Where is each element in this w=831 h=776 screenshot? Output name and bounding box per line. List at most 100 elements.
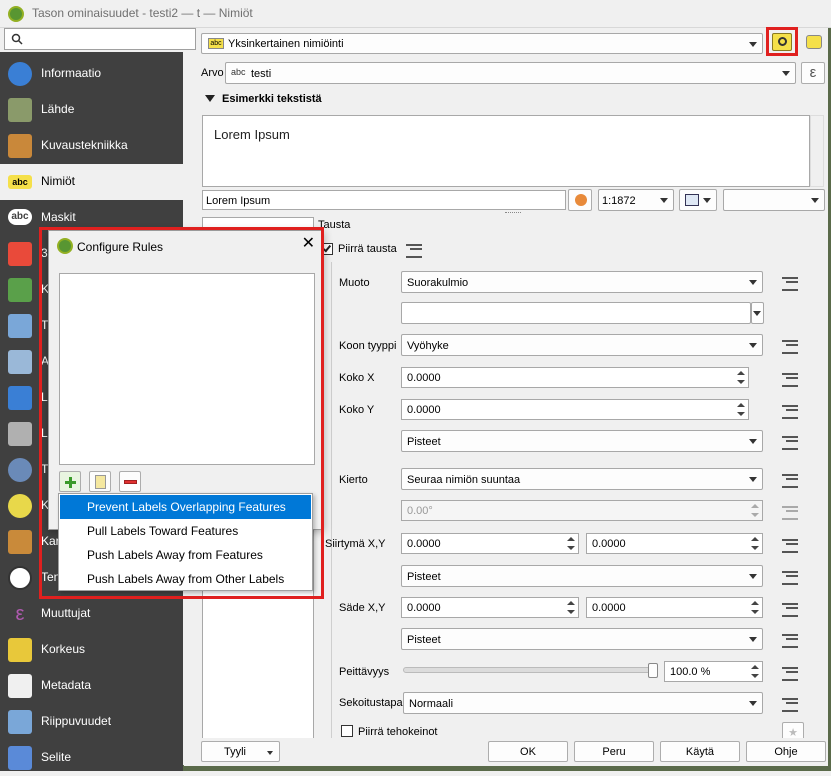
ok-button[interactable]: OK: [488, 741, 568, 762]
sidebar-item-lahde[interactable]: Lähde: [0, 92, 183, 128]
size-type-override-icon[interactable]: [780, 336, 804, 354]
chevron-down-icon: [703, 198, 711, 203]
label-rules-button[interactable]: [772, 33, 792, 51]
sidebar-item-muuttujat[interactable]: ε Muuttujat: [0, 596, 183, 632]
chevron-down-icon: [753, 311, 761, 316]
radius-unit-override-icon[interactable]: [780, 630, 804, 648]
svg-path-input[interactable]: [401, 302, 751, 324]
sidebar-item-korkeus[interactable]: Korkeus: [0, 632, 183, 668]
cancel-button[interactable]: Peru: [574, 741, 654, 762]
spin-down-icon[interactable]: [567, 610, 575, 614]
spin-down-icon[interactable]: [567, 546, 575, 550]
draw-background-label: Piirrä tausta: [338, 243, 397, 255]
spin-up-icon[interactable]: [737, 371, 745, 375]
menu-item-push-away-labels[interactable]: Push Labels Away from Other Labels: [60, 567, 311, 591]
value-field-combo[interactable]: abc testi: [225, 62, 796, 84]
draw-effects-checkbox[interactable]: [341, 725, 353, 737]
rotation-type-override-icon[interactable]: [780, 470, 804, 488]
radius-override-icon[interactable]: [780, 599, 804, 617]
spin-down-icon[interactable]: [751, 674, 759, 678]
variables-icon: ε: [15, 603, 25, 625]
opacity-slider-handle[interactable]: [648, 663, 658, 678]
data-defined-override-icon[interactable]: [404, 240, 428, 258]
radius-y-spinbox[interactable]: 0.0000: [586, 597, 763, 618]
metadata-icon: [8, 674, 32, 698]
offset-x-spinbox[interactable]: 0.0000: [401, 533, 579, 554]
sidebar-item-metadata[interactable]: Metadata: [0, 668, 183, 704]
size-x-spinbox[interactable]: 0.0000: [401, 367, 749, 388]
style-menu-button[interactable]: Tyyli: [201, 741, 280, 762]
reset-preview-button[interactable]: [568, 189, 592, 211]
size-y-spinbox[interactable]: 0.0000: [401, 399, 749, 420]
radius-unit-combo[interactable]: Pisteet: [401, 628, 763, 650]
spin-up-icon[interactable]: [737, 403, 745, 407]
offset-unit-override-icon[interactable]: [780, 567, 804, 585]
spin-down-icon[interactable]: [737, 412, 745, 416]
preview-text-input[interactable]: Lorem Ipsum: [202, 190, 566, 210]
menu-item-prevent-overlap[interactable]: Prevent Labels Overlapping Features: [60, 495, 311, 519]
shape-override-icon[interactable]: [780, 273, 804, 291]
size-unit-combo[interactable]: Pisteet: [401, 430, 763, 452]
blend-mode-combo[interactable]: Normaali: [403, 692, 763, 714]
size-y-value: 0.0000: [407, 404, 441, 416]
chevron-down-icon: [782, 71, 790, 76]
spin-up-icon[interactable]: [751, 601, 759, 605]
size-unit-override-icon[interactable]: [780, 432, 804, 450]
offset-y-spinbox[interactable]: 0.0000: [586, 533, 763, 554]
shape-combo[interactable]: Suorakulmio: [401, 271, 763, 293]
spin-up-icon[interactable]: [751, 504, 759, 508]
rotation-type-combo[interactable]: Seuraa nimiön suuntaa: [401, 468, 763, 490]
rotation-angle-spinbox[interactable]: 0.00°: [401, 500, 763, 521]
search-input[interactable]: [4, 28, 196, 50]
labeling-mode-combo[interactable]: abc Yksinkertainen nimiöinti: [201, 33, 763, 54]
opacity-spinbox[interactable]: 100.0 %: [664, 661, 763, 682]
automated-placement-button[interactable]: [804, 33, 824, 51]
radius-x-value: 0.0000: [407, 602, 441, 614]
menu-item-pull-toward[interactable]: Pull Labels Toward Features: [60, 519, 311, 543]
info-icon: [8, 62, 32, 86]
radius-x-spinbox[interactable]: 0.0000: [401, 597, 579, 618]
menu-item-push-away-features[interactable]: Push Labels Away from Features: [60, 543, 311, 567]
sidebar-item-informaatio[interactable]: Informaatio: [0, 56, 183, 92]
spin-down-icon[interactable]: [751, 513, 759, 517]
help-button[interactable]: Ohje: [746, 741, 826, 762]
opacity-slider-track[interactable]: [403, 667, 655, 673]
size-y-override-icon[interactable]: [780, 401, 804, 419]
offset-unit-combo[interactable]: Pisteet: [401, 565, 763, 587]
preview-scrollbar[interactable]: [810, 115, 824, 187]
chevron-down-icon: [749, 280, 757, 285]
spin-up-icon[interactable]: [567, 601, 575, 605]
opacity-override-icon[interactable]: [780, 663, 804, 681]
scale-combo[interactable]: 1:1872: [598, 189, 674, 211]
spin-down-icon[interactable]: [737, 380, 745, 384]
offset-y-value: 0.0000: [592, 538, 626, 550]
spin-up-icon[interactable]: [751, 665, 759, 669]
size-x-override-icon[interactable]: [780, 369, 804, 387]
qgis-logo-icon: [8, 6, 24, 22]
sidebar-item-kuvaustekniikka[interactable]: Kuvaustekniikka: [0, 128, 183, 164]
collapse-arrow-icon[interactable]: [205, 95, 215, 102]
scale-from-map-button[interactable]: [679, 189, 717, 211]
rendering-icon: [8, 530, 32, 554]
elevation-icon: [8, 638, 32, 662]
size-type-combo[interactable]: Vyöhyke: [401, 334, 763, 356]
spin-down-icon[interactable]: [751, 546, 759, 550]
background-color-combo[interactable]: [723, 189, 825, 211]
rotation-angle-override-icon[interactable]: [780, 502, 804, 520]
radius-unit-value: Pisteet: [407, 634, 441, 646]
blend-mode-override-icon[interactable]: [780, 694, 804, 712]
auto-placement-icon: [806, 35, 822, 49]
expression-button[interactable]: ε: [801, 62, 825, 84]
spin-up-icon[interactable]: [567, 537, 575, 541]
radius-y-value: 0.0000: [592, 602, 626, 614]
offset-override-icon[interactable]: [780, 535, 804, 553]
sidebar-item-riippuvuudet[interactable]: Riippuvuudet: [0, 704, 183, 740]
sidebar-item-nimiot[interactable]: abc Nimiöt: [0, 164, 183, 200]
spin-down-icon[interactable]: [751, 610, 759, 614]
apply-button[interactable]: Käytä: [660, 741, 740, 762]
spin-up-icon[interactable]: [751, 537, 759, 541]
splitter-handle[interactable]: [505, 212, 521, 215]
svg-browse-button[interactable]: [751, 302, 764, 324]
dependencies-icon: [8, 710, 32, 734]
undo-icon: [575, 194, 587, 206]
